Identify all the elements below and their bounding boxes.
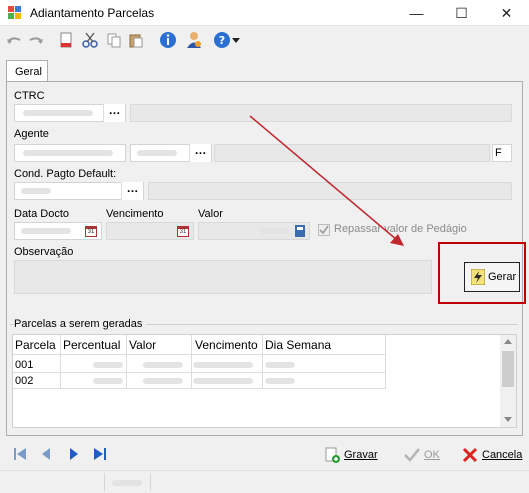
previous-record-icon[interactable] [38,446,54,462]
scroll-up-icon[interactable] [504,339,512,344]
column-divider [262,335,263,389]
scroll-down-icon[interactable] [504,417,512,422]
agente-code-field[interactable]: … [130,144,212,162]
ok-button: OK [404,446,440,464]
info-icon[interactable] [158,30,178,50]
next-record-icon[interactable] [66,446,82,462]
close-button[interactable]: ✕ [484,0,529,26]
table-row[interactable]: 001 [13,357,385,373]
ctrc-lookup-button[interactable]: … [103,104,125,122]
table-row[interactable]: 002 [13,373,385,389]
redo-icon[interactable] [26,30,46,50]
calendar-icon[interactable]: 31 [85,226,97,237]
paste-icon[interactable] [126,30,146,50]
app-icon [8,6,21,19]
cond-pagto-code-field[interactable]: … [14,182,144,200]
cond-pagto-lookup-button[interactable]: … [121,182,143,200]
ctrc-label: CTRC [14,90,45,102]
minimize-button[interactable]: — [394,0,439,26]
repassar-checkbox[interactable] [318,224,330,236]
column-divider [126,335,127,389]
vencimento-field: 31 [106,222,194,240]
col-parcela: Parcela [15,338,56,352]
column-divider [191,335,192,389]
col-vencimento: Vencimento [195,338,258,352]
chevron-down-icon[interactable] [230,30,242,50]
parcelas-group-label: Parcelas a serem geradas [14,318,147,330]
ctrc-code-field[interactable]: … [14,104,126,122]
user-icon[interactable] [184,30,204,50]
ctrc-description-field [130,104,512,122]
vencimento-label: Vencimento [106,208,164,220]
cell-parcela: 002 [15,375,34,387]
column-divider [60,335,61,389]
data-docto-field[interactable]: 31 [14,222,102,240]
check-icon [404,448,420,462]
save-icon [325,447,340,463]
valor-field [198,222,310,240]
status-bar [0,470,529,493]
last-record-icon[interactable] [92,446,108,462]
gravar-label: Gravar [344,449,378,461]
agente-name-field [214,144,490,162]
scroll-thumb[interactable] [502,351,514,387]
valor-label: Valor [198,208,223,220]
grid-scrollbar[interactable] [500,335,516,427]
repassar-label: Repassar valor de Pedágio [334,223,467,235]
observacao-field[interactable] [14,260,432,294]
data-docto-label: Data Docto [14,208,70,220]
observacao-label: Observação [14,246,74,258]
cut-icon[interactable] [80,30,100,50]
gravar-button[interactable]: Gravar [324,446,378,464]
parcelas-grid[interactable]: Parcela Percentual Valor Vencimento Dia … [12,334,517,428]
cancela-button[interactable]: Cancela [462,446,522,464]
tab-geral[interactable]: Geral [6,60,48,82]
svg-text:?: ? [219,34,225,47]
lightning-icon [471,269,485,285]
agente-type-field: F [492,144,512,162]
undo-icon[interactable] [4,30,24,50]
first-record-icon[interactable] [12,446,28,462]
maximize-button[interactable]: ☐ [439,0,484,26]
agente-lookup-button[interactable]: … [189,144,211,162]
calculator-icon[interactable] [295,225,305,237]
copy-icon[interactable] [104,30,124,50]
col-dia-semana: Dia Semana [265,338,332,352]
cancel-x-icon [462,447,478,463]
column-divider [385,335,386,389]
col-percentual: Percentual [63,338,121,352]
cell-parcela: 001 [15,359,34,371]
cond-pagto-description-field [148,182,512,200]
help-icon[interactable]: ? [212,30,232,50]
calendar-icon: 31 [177,226,189,237]
gerar-label: Gerar [488,271,517,283]
cancela-label: Cancela [482,449,523,461]
agente-label: Agente [14,128,49,140]
col-valor: Valor [129,338,157,352]
new-document-icon[interactable] [56,30,76,50]
window-title: Adiantamento Parcelas [30,6,155,20]
ok-label: OK [424,449,440,461]
cond-pagto-label: Cond. Pagto Default: [14,168,117,180]
gerar-button[interactable]: Gerar [464,262,520,292]
agente-cnpj-field[interactable] [14,144,126,162]
